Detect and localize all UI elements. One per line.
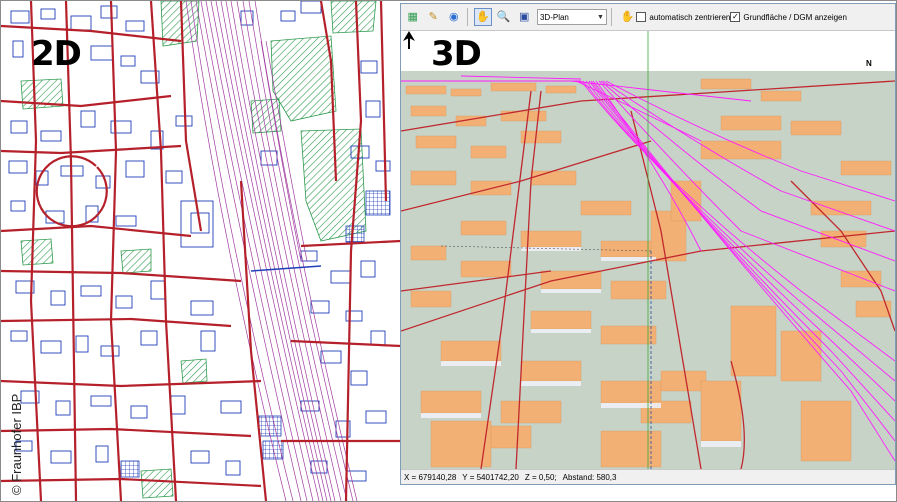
status-distance: Abstand: 580,3 <box>562 472 617 482</box>
globe-icon[interactable]: ◉ <box>445 8 463 26</box>
view-label-3d: 3D <box>431 34 482 74</box>
ground-dgm-label: Grundfläche / DGM anzeigen <box>743 12 847 22</box>
chevron-down-icon: ▼ <box>597 13 604 21</box>
status-y: Y = 5401742,20 <box>462 472 519 482</box>
pan-hand-icon[interactable]: ✋ <box>619 8 637 26</box>
ground-dgm-box[interactable]: ✓ <box>730 12 741 22</box>
copyright-text: © Fraunhofer IBP <box>9 393 24 495</box>
view-mode-value: 3D-Plan <box>539 12 569 22</box>
view-3d-panel: ▦ ✎ ◉ ✋ 🔍 ▣ 3D-Plan ▼ ✋ automatisch zent… <box>400 3 896 485</box>
layer-color-icon[interactable]: ▦ <box>404 8 422 26</box>
view-3d-viewport[interactable]: N <box>401 31 895 469</box>
view-3d-toolbar: ▦ ✎ ◉ ✋ 🔍 ▣ 3D-Plan ▼ ✋ automatisch zent… <box>401 4 895 31</box>
north-label: N <box>866 59 872 68</box>
view-3d-canvas <box>401 31 895 469</box>
zoom-window-icon[interactable]: ▣ <box>515 8 533 26</box>
screenshot-frame: 2D © Fraunhofer IBP ▦ ✎ ◉ ✋ 🔍 ▣ 3D-Plan … <box>0 0 897 502</box>
status-z: Z = 0,50; <box>524 472 557 482</box>
roads-2d <box>1 1 401 501</box>
view-label-2d: 2D <box>31 34 82 74</box>
select-pointer-icon[interactable]: ✋ <box>474 8 492 26</box>
north-arrow-icon <box>403 31 415 49</box>
auto-center-box[interactable] <box>636 12 647 22</box>
map-2d-canvas <box>1 1 401 501</box>
zoom-icon[interactable]: 🔍 <box>495 8 513 26</box>
view-mode-select[interactable]: 3D-Plan ▼ <box>536 9 607 25</box>
auto-center-checkbox[interactable]: automatisch zentrieren <box>636 12 730 22</box>
coordinate-status-bar: X = 679140,28 Y = 5401742,20 Z = 0,50; A… <box>401 469 895 484</box>
toolbar-separator <box>466 8 468 26</box>
status-x: X = 679140,28 <box>404 472 457 482</box>
ground-dgm-checkbox[interactable]: ✓ Grundfläche / DGM anzeigen <box>730 12 847 22</box>
auto-center-label: automatisch zentrieren <box>649 12 731 22</box>
toolbar-separator <box>610 8 612 26</box>
layer-edit-icon[interactable]: ✎ <box>425 8 443 26</box>
map-2d-view[interactable] <box>1 1 401 501</box>
